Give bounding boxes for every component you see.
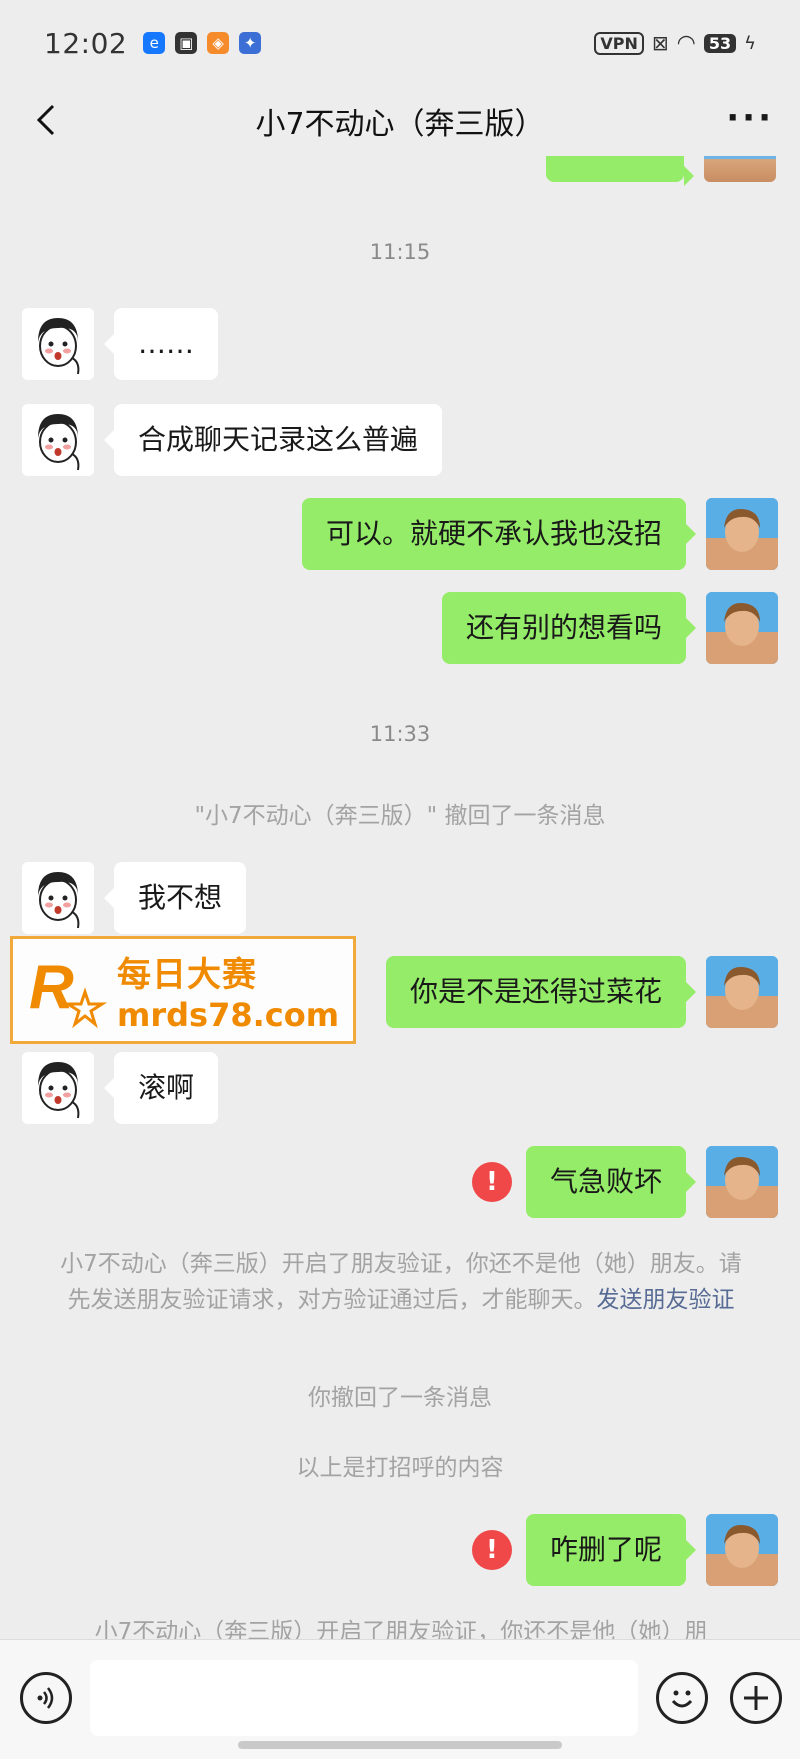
message-bubble[interactable]: 你是不是还得过菜花	[385, 956, 697, 1028]
contact-avatar[interactable]	[22, 308, 94, 380]
message-row-outgoing: 可以。就硬不承认我也没招	[301, 498, 778, 570]
my-avatar[interactable]	[706, 1146, 778, 1218]
timestamp: 11:15	[369, 240, 431, 264]
watermark-text: 每日大赛 mrds78.com	[117, 947, 339, 1034]
input-bar	[0, 1639, 800, 1759]
more-options-button[interactable]: ···	[726, 100, 774, 136]
message-row-outgoing: ! 气急败坏	[471, 1146, 778, 1218]
send-failed-icon[interactable]: !	[471, 1162, 512, 1202]
watermark-url: mrds78.com	[117, 995, 340, 1034]
message-row-outgoing: 你是不是还得过菜花	[385, 956, 778, 1028]
portrait-photo-icon	[706, 498, 778, 570]
cartoon-face-icon	[22, 404, 94, 476]
watermark-logo: R 每日大赛 mrds78.com	[10, 936, 356, 1044]
message-row-incoming: ……	[22, 308, 218, 380]
timestamp: 11:33	[369, 722, 431, 746]
contact-avatar[interactable]	[22, 862, 94, 934]
contact-avatar[interactable]	[22, 404, 94, 476]
message-row-outgoing: ! 咋删了呢	[471, 1514, 778, 1586]
message-bubble[interactable]: ……	[104, 308, 218, 380]
my-avatar[interactable]	[706, 956, 778, 1028]
chat-area[interactable]: 11:15 …… 合成聊天记录这么普遍 可以。就硬不承认我也没招 还有别的想看吗…	[0, 0, 800, 1759]
voice-input-button[interactable]	[20, 1672, 72, 1724]
message-row-incoming: 滚啊	[22, 1052, 219, 1124]
portrait-photo-icon	[706, 956, 778, 1028]
send-verification-link[interactable]: 发送朋友验证	[597, 1287, 735, 1313]
greeting-notice: 以上是打招呼的内容	[296, 1455, 504, 1481]
cartoon-face-icon	[22, 862, 94, 934]
message-bubble[interactable]: 气急败坏	[525, 1146, 697, 1218]
smiley-icon	[671, 1690, 693, 1708]
message-row-incoming: 我不想	[22, 862, 247, 934]
message-bubble[interactable]: 合成聊天记录这么普遍	[103, 404, 443, 476]
message-bubble[interactable]: 咋删了呢	[525, 1514, 697, 1586]
cartoon-face-icon	[22, 1052, 94, 1124]
my-avatar[interactable]	[706, 592, 778, 664]
message-row-outgoing: 还有别的想看吗	[441, 592, 778, 664]
message-input[interactable]	[90, 1660, 638, 1736]
recall-notice: "小7不动心（奔三版）" 撤回了一条消息	[194, 803, 606, 829]
cartoon-face-icon	[22, 308, 94, 380]
message-bubble[interactable]: 我不想	[103, 862, 247, 934]
contact-avatar[interactable]	[22, 1052, 94, 1124]
message-bubble[interactable]: 还有别的想看吗	[441, 592, 697, 664]
friend-verification-notice: 小7不动心（奔三版）开启了朋友验证，你还不是他（她）朋友。请先发送朋友验证请求，…	[56, 1246, 746, 1318]
message-row-incoming: 合成聊天记录这么普遍	[22, 404, 443, 476]
my-avatar[interactable]	[706, 1514, 778, 1586]
send-failed-icon[interactable]: !	[471, 1530, 512, 1570]
svg-text:R: R	[29, 953, 74, 1022]
recall-notice: 你撤回了一条消息	[308, 1385, 492, 1411]
r-star-logo-icon: R	[27, 948, 108, 1032]
chevron-left-icon	[36, 104, 55, 136]
watermark-cn: 每日大赛	[117, 954, 257, 995]
voice-icon	[37, 1687, 54, 1709]
portrait-photo-icon	[706, 592, 778, 664]
message-bubble[interactable]: 可以。就硬不承认我也没招	[301, 498, 697, 570]
portrait-photo-icon	[706, 1146, 778, 1218]
my-avatar[interactable]	[706, 498, 778, 570]
chat-title: 小7不动心（奔三版）	[255, 107, 545, 142]
home-indicator[interactable]	[238, 1741, 562, 1749]
message-bubble[interactable]: 滚啊	[103, 1052, 219, 1124]
back-button[interactable]	[26, 100, 66, 140]
chat-header: 小7不动心（奔三版） ···	[0, 86, 800, 156]
plus-icon	[744, 1686, 768, 1710]
portrait-photo-icon	[706, 1514, 778, 1586]
more-actions-button[interactable]	[730, 1672, 782, 1724]
emoji-button[interactable]	[656, 1672, 708, 1724]
